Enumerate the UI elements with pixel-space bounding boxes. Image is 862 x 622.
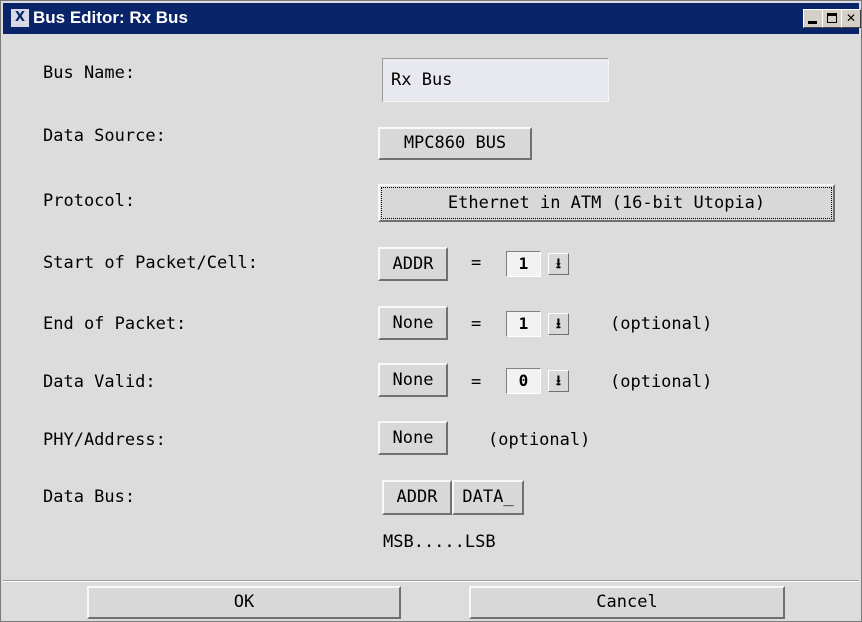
start-of-packet-value[interactable]: 1 [506,251,541,277]
title-bar[interactable]: X Bus Editor: Rx Bus ✕ [3,3,861,34]
end-of-packet-dropdown[interactable]: ⭳ [548,313,569,335]
cancel-button[interactable]: Cancel [469,586,785,619]
data-valid-dropdown[interactable]: ⭳ [548,370,569,392]
end-of-packet-value[interactable]: 1 [506,311,541,337]
end-of-packet-label: End of Packet: [43,314,187,334]
button-row-divider [3,580,859,582]
data-valid-optional-note: (optional) [610,372,713,392]
data-bus-addr-button[interactable]: ADDR [382,480,452,515]
protocol-button[interactable]: Ethernet in ATM (16-bit Utopia) [378,184,835,222]
start-of-packet-label: Start of Packet/Cell: [43,253,258,273]
protocol-label: Protocol: [43,191,136,211]
maximize-icon [827,13,837,23]
data-bus-label: Data Bus: [43,487,136,507]
end-of-packet-equals: = [471,314,482,334]
phy-address-optional-note: (optional) [488,430,591,450]
end-of-packet-optional-note: (optional) [610,314,713,334]
start-of-packet-dropdown[interactable]: ⭳ [548,253,569,275]
data-bus-data-button[interactable]: DATA_ [452,480,524,515]
data-source-button[interactable]: MPC860 BUS [378,127,532,160]
bus-name-label: Bus Name: [43,63,136,83]
phy-address-signal-button[interactable]: None [378,421,448,455]
data-valid-label: Data Valid: [43,372,156,392]
close-button[interactable]: ✕ [841,9,861,28]
end-of-packet-signal-button[interactable]: None [378,306,448,340]
close-icon: ✕ [845,11,857,25]
ok-button[interactable]: OK [87,586,401,619]
window-title: Bus Editor: Rx Bus [33,8,188,27]
start-of-packet-signal-button[interactable]: ADDR [378,247,448,281]
data-valid-value[interactable]: 0 [506,368,541,394]
down-arrow-icon: ⭳ [556,373,561,389]
phy-address-label: PHY/Address: [43,430,166,450]
down-arrow-icon: ⭳ [556,316,561,332]
bus-name-input[interactable]: Rx Bus [382,58,609,102]
maximize-button[interactable] [822,9,842,28]
down-arrow-icon: ⭳ [556,256,561,272]
data-valid-equals: = [471,372,482,392]
minimize-button[interactable] [803,9,823,28]
data-source-label: Data Source: [43,126,166,146]
minimize-icon [808,21,817,24]
x-icon[interactable]: X [11,9,29,27]
data-bus-bit-order-caption: MSB.....LSB [383,532,496,552]
bus-editor-window: X Bus Editor: Rx Bus ✕ Bus Name: Rx Bus … [0,0,862,622]
data-valid-signal-button[interactable]: None [378,363,448,397]
start-of-packet-equals: = [471,253,482,273]
